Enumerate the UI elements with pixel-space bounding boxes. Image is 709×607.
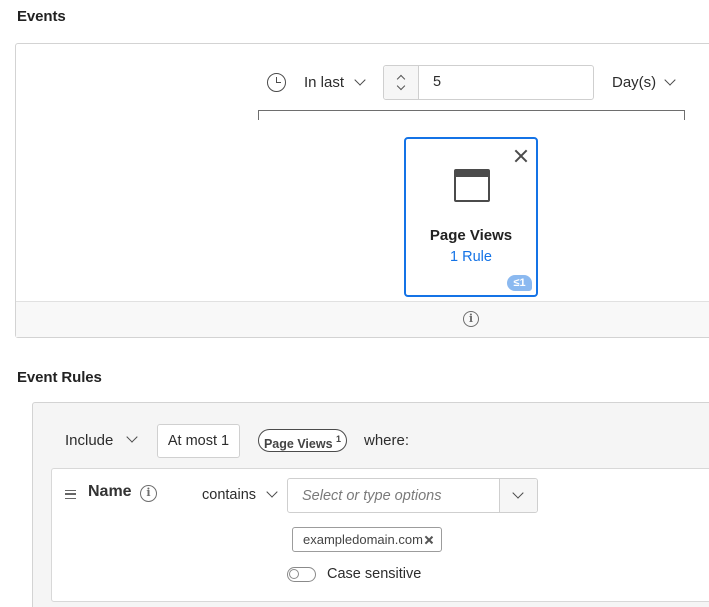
rule-field-label: Name: [88, 483, 132, 500]
field-info-icon[interactable]: i: [140, 485, 157, 502]
event-card-rule-link[interactable]: 1 Rule: [406, 249, 536, 265]
drag-handle-icon[interactable]: [65, 490, 76, 499]
event-pill[interactable]: Page Views 1: [258, 429, 347, 452]
time-operator-label[interactable]: In last: [304, 74, 344, 91]
time-unit-label[interactable]: Day(s): [612, 74, 656, 91]
clock-icon: [267, 73, 286, 92]
value-input[interactable]: [288, 479, 500, 512]
frequency-badge: ≤1: [507, 275, 532, 291]
event-pill-label: Page Views: [263, 437, 333, 452]
frequency-button[interactable]: At most 1: [157, 424, 240, 458]
sequence-bracket: [258, 110, 685, 120]
rule-operator-label[interactable]: contains: [202, 487, 256, 503]
value-combobox[interactable]: [287, 478, 538, 513]
case-sensitive-toggle[interactable]: [287, 567, 316, 582]
value-tag: exampledomain.com: [292, 527, 442, 552]
time-value[interactable]: 5: [433, 74, 441, 90]
event-pill-count: 1: [336, 434, 342, 444]
stepper-buttons: [384, 66, 419, 99]
where-label: where:: [364, 432, 410, 449]
chevron-down-icon: [512, 487, 524, 499]
events-panel: i: [15, 43, 709, 338]
remove-tag-icon[interactable]: [424, 535, 434, 545]
time-value-stepper[interactable]: 5: [383, 65, 594, 100]
close-icon[interactable]: [513, 148, 529, 164]
info-icon[interactable]: i: [463, 311, 479, 327]
value-tag-label: exampledomain.com: [303, 532, 423, 547]
browser-window-icon: [454, 169, 490, 202]
event-rules-section-title: Event Rules: [17, 369, 102, 386]
events-section-title: Events: [17, 8, 66, 25]
include-label[interactable]: Include: [65, 432, 113, 449]
stepper-down-icon[interactable]: [396, 81, 406, 91]
toggle-knob: [289, 569, 299, 579]
events-footer: i: [16, 301, 709, 337]
event-card-title: Page Views: [429, 227, 513, 244]
combobox-toggle-button[interactable]: [499, 479, 537, 512]
case-sensitive-label: Case sensitive: [327, 566, 422, 582]
event-card-page-views[interactable]: Page Views 1 Rule ≤1: [404, 137, 538, 297]
